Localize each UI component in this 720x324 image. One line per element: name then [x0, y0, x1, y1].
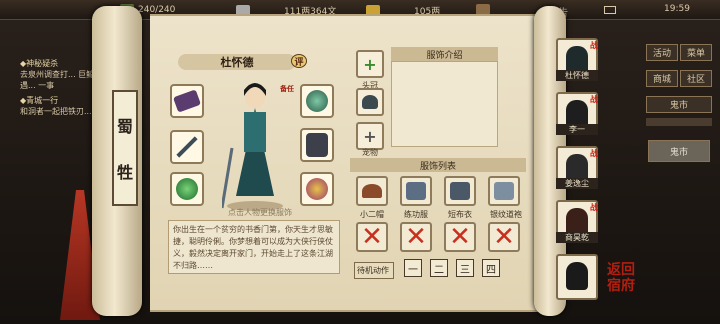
battle-tag: 战: [590, 149, 598, 158]
hat-slot-add[interactable]: +: [356, 50, 384, 78]
outfit-item[interactable]: [488, 176, 520, 206]
battle-tag: 战: [590, 203, 598, 212]
locked-x-icon: ✕: [361, 222, 383, 252]
battle-tag: 战: [590, 95, 598, 104]
armor-icon: [306, 133, 328, 157]
pet-slot-add[interactable]: +: [356, 122, 384, 150]
roster-hero-4-name: 商昊乾: [556, 232, 598, 243]
avatar: [566, 262, 588, 290]
family-char-1: 蜀: [116, 117, 133, 136]
social-button[interactable]: 社区: [680, 70, 712, 87]
idle-action-2-button[interactable]: 二: [430, 259, 448, 277]
character-name-banner: 杜怀德: [178, 54, 296, 70]
idle-action-4-button[interactable]: 四: [482, 259, 500, 277]
back-home-button[interactable]: 返回宿府: [604, 262, 638, 308]
outfit-item[interactable]: [444, 176, 476, 206]
jade-ring-icon: [176, 178, 198, 200]
pet-slot-label: 宠物: [362, 148, 378, 157]
outfit-item[interactable]: [400, 176, 432, 206]
activity-button[interactable]: 活动: [646, 44, 678, 61]
ghost-market-tab[interactable]: 鬼市: [646, 96, 712, 113]
outfit-icon: [406, 182, 426, 200]
equip-slot-accessory[interactable]: [300, 172, 334, 206]
roster-hero-5[interactable]: [556, 254, 598, 300]
plus-icon: +: [363, 54, 377, 74]
outfit-item-label: 练功服: [404, 210, 428, 219]
roster-hero-1-name: 杜怀德: [556, 70, 598, 81]
outfit-info-header: 服饰介绍: [391, 47, 498, 61]
outfit-item[interactable]: [356, 176, 388, 206]
equip-slot-weapon[interactable]: [170, 130, 204, 164]
battery-icon: [604, 6, 616, 14]
equip-slot-armor[interactable]: [300, 128, 334, 162]
shop-button[interactable]: 商城: [646, 70, 678, 87]
locked-x-icon: ✕: [493, 222, 515, 252]
divider: [646, 118, 712, 126]
outfit-item-locked[interactable]: ✕: [488, 222, 520, 252]
helmet-icon: [362, 95, 378, 109]
outfit-item-label: 银纹道袍: [490, 210, 522, 219]
battle-tag: 战: [590, 41, 598, 50]
change-outfit-hint: 点击人物更换服饰: [228, 208, 292, 217]
outfit-item-label: 小二帽: [360, 210, 384, 219]
plus-icon: +: [363, 126, 377, 146]
locked-x-icon: ✕: [405, 222, 427, 252]
equip-slot-hat[interactable]: [300, 84, 334, 118]
outfit-item-label: 短布衣: [448, 210, 472, 219]
game-screen: 240/240 111两364文 105两 公告 19:59 ◆神秘疑杀 去泉州…: [0, 0, 720, 324]
clock: 19:59: [664, 4, 690, 14]
character-figure[interactable]: [222, 78, 288, 212]
outfit-item-locked[interactable]: ✕: [356, 222, 388, 252]
equip-slot-ring[interactable]: [170, 172, 204, 206]
idle-action-3-button[interactable]: 三: [456, 259, 474, 277]
equip-slot-bracers[interactable]: [170, 84, 204, 118]
outfit-list-header: 服饰列表: [350, 158, 526, 172]
ghost-market-entry[interactable]: 鬼市: [648, 140, 710, 162]
helmet-slot[interactable]: [356, 88, 384, 116]
green-hat-icon: [306, 90, 328, 112]
character-biography: 你出生在一个贫穷的书香门第，你天生才思敏捷，聪明伶俐。你梦想着可以成为大侠行侠仗…: [168, 220, 340, 274]
locked-x-icon: ✕: [449, 222, 471, 252]
outfit-icon: [494, 182, 514, 200]
outfit-info-body: [391, 61, 498, 147]
menu-button[interactable]: 菜单: [680, 44, 712, 61]
idle-action-1-button[interactable]: 一: [404, 259, 422, 277]
idle-action-label: 待机动作: [354, 262, 394, 279]
family-name-band: 蜀 牲: [112, 90, 138, 206]
outfit-item-locked[interactable]: ✕: [444, 222, 476, 252]
stamina-value: 240/240: [138, 4, 176, 15]
evaluate-button[interactable]: 评: [291, 54, 307, 68]
scroll-roller-left: 蜀 牲: [92, 6, 142, 316]
hat-icon: [362, 184, 382, 198]
amulet-icon: [306, 178, 328, 200]
outfit-item-locked[interactable]: ✕: [400, 222, 432, 252]
roster-hero-3-name: 姜逸尘: [556, 178, 598, 189]
outfit-icon: [450, 182, 470, 200]
sword-icon: [176, 136, 198, 158]
bracers-icon: [172, 89, 202, 113]
roster-hero-2-name: 李一: [556, 124, 598, 135]
character-name: 杜怀德: [220, 56, 254, 69]
family-char-2: 牲: [116, 163, 133, 182]
